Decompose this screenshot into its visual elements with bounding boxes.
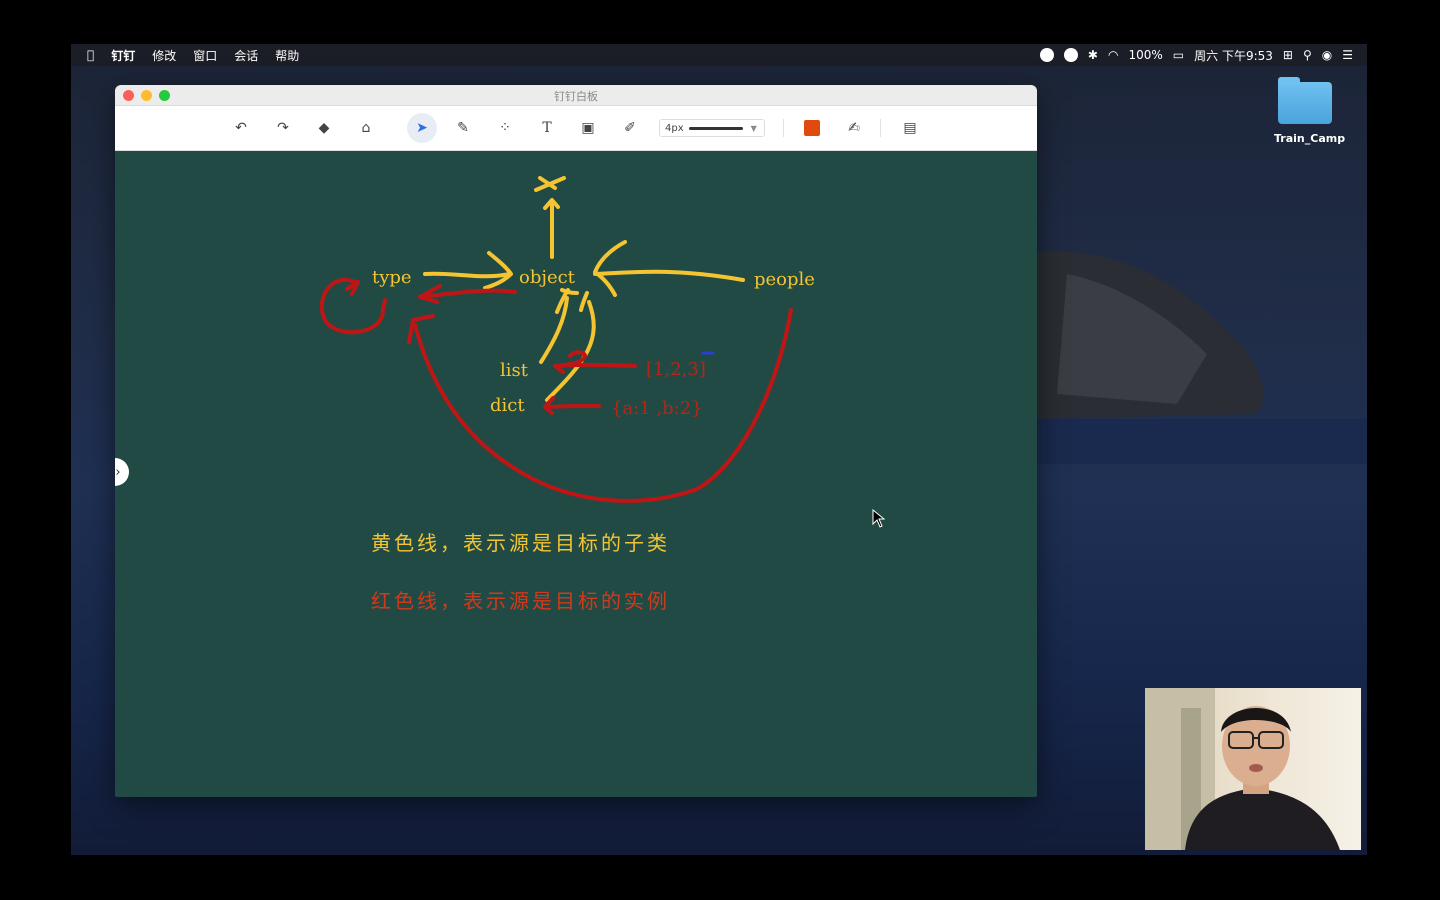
input-method-icon[interactable]: ⊞	[1283, 48, 1293, 62]
arrow-people-type	[413, 308, 793, 503]
folder-icon	[1278, 77, 1332, 124]
arrow-dict-literal	[545, 404, 601, 409]
notification-center-icon[interactable]: ☰	[1342, 48, 1353, 62]
image-icon[interactable]: ▣	[576, 116, 600, 140]
color-swatch[interactable]	[804, 120, 820, 136]
wifi-icon[interactable]: ◠	[1108, 48, 1118, 62]
stroke-width-value: 4px	[665, 122, 684, 134]
whiteboard-toolbar: ↶ ↷ ◆ ⌂ ➤ ✎ ⁘ T ▣ ✐ 4px ▼ ✍ ▤	[115, 106, 1037, 151]
siri-icon[interactable]: ◉	[1322, 48, 1332, 62]
menu-item-help[interactable]: 帮助	[275, 47, 299, 64]
arrow-type-object	[423, 271, 512, 279]
clear-icon[interactable]: ⌂	[354, 116, 378, 140]
menu-item-app[interactable]: 钉钉	[111, 47, 135, 64]
caption-yellow: 黄色线，表示源是目标的子类	[371, 531, 670, 555]
folder-label: Train_Camp	[1274, 132, 1346, 145]
battery-icon[interactable]: ▭	[1173, 48, 1184, 62]
island-wallpaper	[1027, 251, 1367, 464]
stroke-preview	[688, 126, 743, 130]
shapes-icon[interactable]: ⁘	[493, 116, 517, 140]
label-dict-literal: {a:1 ,b:2}	[611, 398, 703, 419]
toolbar-divider	[880, 119, 881, 137]
menu-item-window[interactable]: 窗口	[193, 47, 217, 64]
arrow-head	[553, 350, 587, 374]
arrow-dict-object	[545, 300, 596, 402]
menu-item-edit[interactable]: 修改	[152, 47, 176, 64]
arrow-head	[407, 314, 435, 344]
whiteboard-window: 钉钉白板 ↶ ↷ ◆ ⌂ ➤ ✎ ⁘ T ▣ ✐ 4px ▼ ✍ ▤ › typ…	[115, 85, 1037, 797]
label-dict: dict	[490, 395, 525, 416]
label-list: list	[500, 360, 529, 381]
presenter-video	[1145, 688, 1340, 850]
caption-red: 红色线，表示源是目标的实例	[371, 589, 670, 613]
pen-icon[interactable]: ✎	[451, 116, 475, 140]
highlighter-icon[interactable]: ✐	[618, 116, 642, 140]
edit-icon[interactable]: ✍	[842, 116, 866, 140]
select-icon[interactable]: ➤	[407, 113, 437, 143]
drawing-layer: type object people list dict [1,2,3] {a:…	[319, 176, 815, 503]
label-type: type	[372, 267, 412, 288]
battery-percent: 100%	[1128, 48, 1163, 62]
mouse-cursor-icon	[872, 509, 886, 528]
webcam-overlay	[1145, 688, 1361, 850]
window-title: 钉钉白板	[554, 90, 598, 103]
clock[interactable]: 周六 下午9:53	[1194, 47, 1273, 64]
arrow-head	[593, 240, 627, 297]
label-object: object	[519, 267, 576, 288]
arrow-object-type	[418, 288, 517, 299]
menu-bar:  钉钉 修改 窗口 会话 帮助 ✱ ◠ 100% ▭ 周六 下午9:53 ⊞ …	[71, 44, 1367, 66]
stroke-width-select[interactable]: 4px ▼	[659, 119, 765, 137]
undo-icon[interactable]: ↶	[229, 116, 253, 140]
window-titlebar[interactable]: 钉钉白板	[115, 85, 1037, 106]
menu-item-session[interactable]: 会话	[234, 47, 258, 64]
arrow-list-object	[539, 296, 569, 364]
arrow-head	[345, 280, 360, 296]
vpn-icon[interactable]	[1063, 48, 1078, 62]
whiteboard-canvas[interactable]: › type object people list dict [1,2,3] {…	[115, 150, 1037, 797]
arrow-people-object	[593, 269, 745, 282]
redo-icon[interactable]: ↷	[271, 116, 295, 140]
apple-icon[interactable]: 	[87, 48, 94, 62]
eraser-icon[interactable]: ◆	[312, 116, 336, 140]
label-list-literal: [1,2,3]	[646, 359, 706, 380]
record-icon[interactable]	[1039, 48, 1054, 62]
chevron-down-icon: ▼	[750, 123, 757, 133]
label-people: people	[754, 269, 815, 290]
text-icon[interactable]: T	[535, 116, 559, 140]
folder-train-camp[interactable]: Train_Camp	[1274, 77, 1346, 145]
toolbar-divider	[783, 119, 784, 137]
bluetooth-icon[interactable]: ✱	[1088, 48, 1098, 62]
arrow-head	[483, 251, 513, 290]
save-icon[interactable]: ▤	[898, 116, 922, 140]
cross-mark	[534, 176, 566, 192]
spotlight-icon[interactable]: ⚲	[1303, 48, 1312, 62]
